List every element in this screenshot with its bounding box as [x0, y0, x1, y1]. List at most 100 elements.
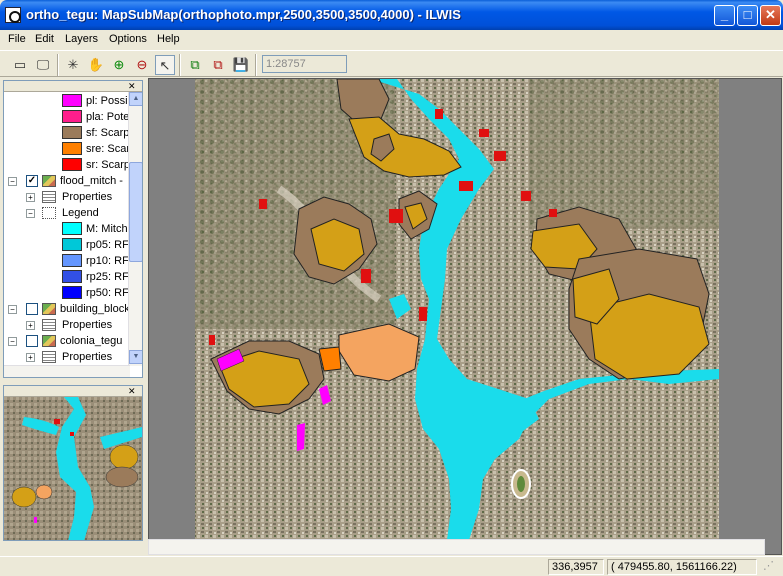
rowcol-readout: 336,3957	[548, 559, 604, 575]
legend-label: rp50: RF	[86, 287, 129, 299]
toolbar-separator	[255, 54, 257, 76]
scarp-polygon[interactable]	[209, 335, 215, 345]
resize-grip-icon[interactable]: ⋰	[760, 559, 780, 575]
scarp-polygon[interactable]	[389, 209, 403, 223]
title-bar[interactable]: ortho_tegu: MapSubMap(orthophoto.mpr,250…	[0, 0, 783, 30]
possible-landslide-polygon[interactable]	[297, 423, 305, 451]
remove-layer-icon[interactable]: ⧉	[208, 55, 228, 75]
layer-label: flood_mitch -	[60, 175, 123, 187]
layer-row-flood-mitch[interactable]: − ✓ flood_mitch -	[8, 173, 134, 189]
map-layer-icon	[42, 175, 56, 187]
collapse-icon[interactable]: −	[8, 305, 17, 314]
panel-close-icon[interactable]: ✕	[128, 81, 136, 91]
scarp-polygon[interactable]	[259, 199, 267, 209]
entire-map-icon[interactable]: ✳	[63, 55, 83, 75]
legend-header-label: Legend	[62, 207, 99, 219]
properties-label: Properties	[62, 319, 113, 331]
select-pointer-icon[interactable]: ↖	[155, 55, 175, 75]
properties-icon	[42, 191, 56, 203]
properties-label: Properties	[62, 191, 113, 203]
collapse-icon[interactable]: −	[8, 177, 17, 186]
layer-label: building_block	[60, 303, 130, 315]
layer-visibility-checkbox[interactable]: ✓	[26, 175, 38, 187]
scarp-polygon[interactable]	[549, 209, 557, 217]
close-button[interactable]: ✕	[760, 5, 781, 26]
scroll-down-icon[interactable]: ▼	[129, 350, 142, 364]
stadium-feature	[517, 476, 525, 492]
scarp-polygon[interactable]	[479, 129, 489, 137]
zoom-out-icon[interactable]: ⊖	[132, 55, 152, 75]
legend-label: sr: Scarp	[86, 159, 131, 171]
legend-swatch	[62, 142, 82, 155]
legend-label: pla: Pote	[86, 111, 130, 123]
display-icon[interactable]: 🖵	[33, 55, 53, 75]
scarp-polygon[interactable]	[494, 151, 506, 161]
legend-swatch	[62, 254, 82, 267]
overview-panel[interactable]: ✕	[3, 385, 143, 541]
window-title: ortho_tegu: MapSubMap(orthophoto.mpr,250…	[26, 7, 461, 22]
legend-swatch	[62, 222, 82, 235]
toolbar: ▭ 🖵 ✳ ✋ ⊕ ⊖ ↖ ⧉ ⧉ 💾	[0, 50, 783, 77]
panel-close-icon[interactable]: ✕	[128, 386, 136, 396]
expand-icon[interactable]: +	[26, 353, 35, 362]
legend-label: M: Mitch	[86, 223, 128, 235]
scroll-up-icon[interactable]: ▲	[129, 92, 142, 106]
layer-visibility-checkbox[interactable]	[26, 303, 38, 315]
maximize-button[interactable]: □	[737, 5, 758, 26]
tree-horizontal-scrollbar[interactable]	[4, 365, 130, 377]
legend-label: sf: Scarp	[86, 127, 130, 139]
properties-icon	[42, 319, 56, 331]
hillside-texture	[529, 79, 719, 229]
pan-hand-icon[interactable]: ✋	[86, 55, 106, 75]
save-icon[interactable]: 💾	[231, 55, 251, 75]
menu-options[interactable]: Options	[109, 33, 147, 45]
legend-swatch	[62, 238, 82, 251]
legend-swatch	[62, 286, 82, 299]
scarp-polygon[interactable]	[459, 181, 473, 191]
overview-map	[4, 397, 142, 540]
menu-help[interactable]: Help	[157, 33, 180, 45]
toolbar-separator	[57, 54, 59, 76]
menu-layers[interactable]: Layers	[65, 33, 98, 45]
new-window-icon[interactable]: ▭	[10, 55, 30, 75]
legend-label: sre: Scar	[86, 143, 131, 155]
map-horizontal-scrollbar[interactable]	[148, 539, 765, 555]
expand-icon[interactable]: +	[26, 193, 35, 202]
add-layer-icon[interactable]: ⧉	[185, 55, 205, 75]
expand-icon[interactable]: +	[26, 321, 35, 330]
layer-row-building-block[interactable]: − building_block	[8, 301, 134, 317]
tree-vertical-scrollbar[interactable]: ▲ ▼	[128, 92, 142, 366]
map-window-icon[interactable]	[5, 7, 21, 23]
scarp-polygon[interactable]	[521, 191, 531, 201]
map-layer-icon	[42, 335, 56, 347]
collapse-icon[interactable]: −	[8, 337, 17, 346]
scroll-thumb[interactable]	[129, 162, 142, 262]
legend-swatch	[62, 94, 82, 107]
scale-field[interactable]: 1:28757	[262, 55, 347, 73]
legend-label: pl: Possil	[86, 95, 131, 107]
layer-tree-panel: ✕ pl: Possil pla: Pote sf: Scarp sre: Sc…	[3, 80, 143, 378]
scarp-polygon[interactable]	[435, 109, 443, 119]
collapse-icon[interactable]: −	[26, 209, 35, 218]
properties-icon	[42, 351, 56, 363]
legend-swatch	[62, 110, 82, 123]
menu-edit[interactable]: Edit	[35, 33, 54, 45]
scarp-polygon[interactable]	[419, 307, 427, 321]
toolbar-separator	[179, 54, 181, 76]
status-bar: 336,3957 ( 479455.80, 1561166.22) ⋰	[0, 556, 783, 576]
legend-swatch	[62, 158, 82, 171]
layer-label: colonia_tegu	[60, 335, 123, 347]
legend-swatch	[62, 126, 82, 139]
layer-row-colonia-tegu[interactable]: − colonia_tegu	[8, 333, 134, 349]
zoom-in-icon[interactable]: ⊕	[109, 55, 129, 75]
panel-header: ✕	[4, 81, 142, 92]
legend-icon	[42, 207, 56, 219]
layer-visibility-checkbox[interactable]	[26, 335, 38, 347]
menu-bar: File Edit Layers Options Help	[0, 30, 783, 49]
scarp-polygon[interactable]	[361, 269, 371, 283]
map-canvas[interactable]	[149, 79, 782, 540]
menu-file[interactable]: File	[8, 33, 26, 45]
map-view[interactable]	[148, 78, 782, 555]
coordinate-readout: ( 479455.80, 1561166.22)	[607, 559, 757, 575]
minimize-button[interactable]: _	[714, 5, 735, 26]
